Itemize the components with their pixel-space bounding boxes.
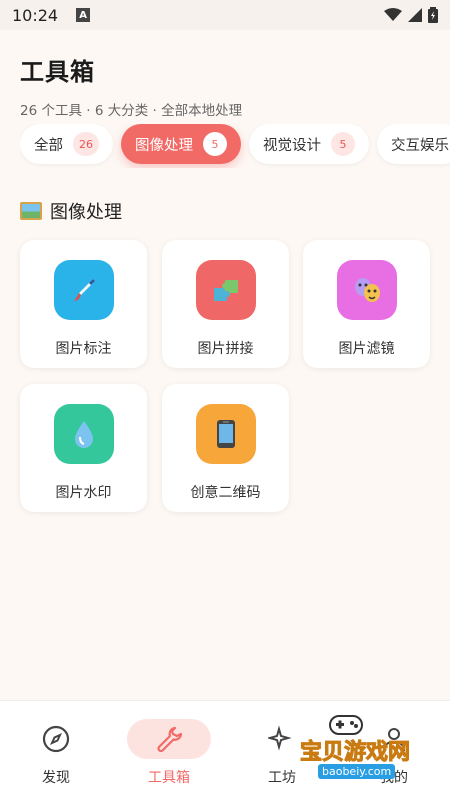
status-icons	[384, 7, 438, 23]
chip-label: 交互娱乐	[391, 137, 449, 154]
page-header: 工具箱 26 个工具 · 6 大分类 · 全部本地处理	[20, 52, 242, 119]
section-title: 图像处理	[20, 198, 122, 224]
watermark-logo: 宝贝游戏网 baobeiy.com	[296, 712, 436, 782]
tool-card-creative-qr[interactable]: 创意二维码	[162, 384, 289, 512]
signal-icon	[408, 8, 422, 22]
tool-label: 图片拼接	[197, 341, 254, 357]
status-bar: 10:24 A	[0, 0, 450, 30]
section-title-text: 图像处理	[50, 202, 122, 223]
wrench-icon	[127, 719, 211, 759]
wifi-icon	[384, 8, 402, 21]
chip-count-badge: 26	[73, 132, 99, 156]
tool-label: 图片水印	[55, 485, 112, 501]
phone-icon	[195, 404, 256, 464]
nav-toolbox[interactable]: 工具箱	[119, 719, 219, 787]
chip-count-badge: 5	[331, 132, 355, 156]
picture-icon	[20, 202, 42, 220]
droplet-icon	[53, 404, 114, 464]
nav-label: 工坊	[268, 770, 296, 786]
page-subtitle: 26 个工具 · 6 大分类 · 全部本地处理	[20, 103, 243, 119]
chip-image-processing[interactable]: 图像处理 5	[121, 124, 241, 164]
chip-label: 图像处理	[135, 137, 193, 154]
tool-label: 图片标注	[55, 341, 112, 357]
chip-visual-design[interactable]: 视觉设计 5	[249, 124, 369, 164]
nav-label: 发现	[42, 770, 70, 786]
battery-icon	[428, 7, 438, 23]
puzzle-icon	[195, 260, 256, 320]
chip-count-badge: 5	[203, 132, 227, 156]
chip-label: 全部	[34, 137, 63, 154]
tool-card-image-filter[interactable]: 图片滤镜	[303, 240, 430, 368]
masks-icon	[336, 260, 397, 320]
notification-icon: A	[76, 8, 91, 22]
watermark-url: baobeiy.com	[318, 764, 396, 779]
chip-all[interactable]: 全部 26	[20, 124, 113, 164]
paintbrush-icon	[53, 260, 114, 320]
tool-label: 图片滤镜	[338, 341, 395, 357]
tool-label: 创意二维码	[190, 485, 261, 501]
status-time: 10:24	[12, 5, 59, 25]
category-chips: 全部 26 图像处理 5 视觉设计 5 交互娱乐	[20, 124, 450, 168]
tool-card-image-watermark[interactable]: 图片水印	[20, 384, 147, 512]
chip-interactive-entertainment[interactable]: 交互娱乐	[377, 124, 450, 164]
tool-card-image-stitch[interactable]: 图片拼接	[162, 240, 289, 368]
compass-icon	[14, 719, 98, 759]
chip-label: 视觉设计	[263, 137, 321, 154]
watermark-text: 宝贝游戏网	[299, 740, 411, 766]
nav-discover[interactable]: 发现	[6, 719, 106, 787]
tool-card-image-annotate[interactable]: 图片标注	[20, 240, 147, 368]
page-title: 工具箱	[20, 58, 95, 86]
nav-label: 工具箱	[148, 770, 190, 786]
